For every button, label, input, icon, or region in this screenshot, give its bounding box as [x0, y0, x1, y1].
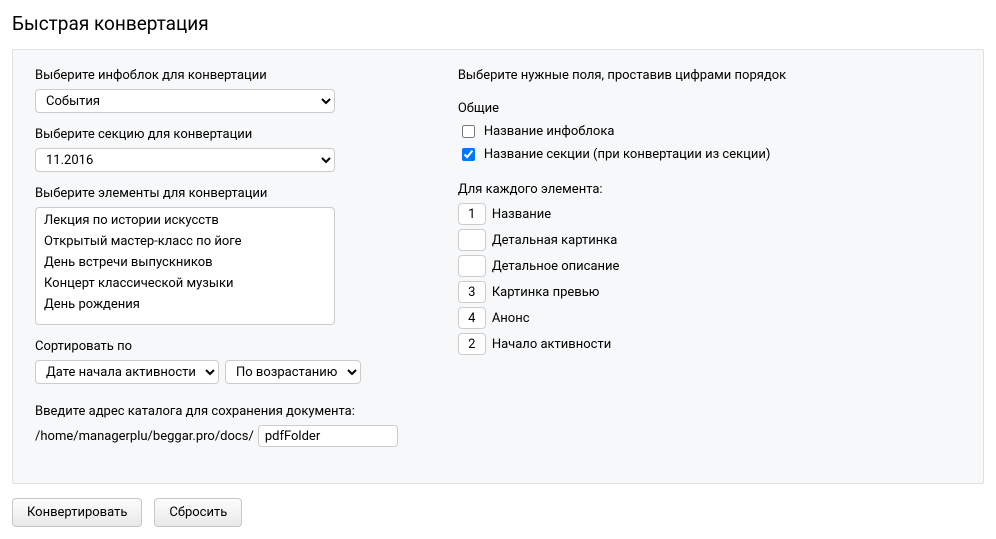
order-input-detail-picture[interactable]	[458, 229, 486, 251]
list-item[interactable]: Открытый мастер-класс по йоге	[38, 231, 332, 252]
list-item[interactable]: Лекция по истории искусств	[38, 210, 332, 231]
order-input-detail-text[interactable]	[458, 255, 486, 277]
elements-label: Выберите элементы для конвертации	[35, 186, 398, 201]
order-input-name[interactable]	[458, 203, 486, 225]
field-order-preview-picture: Картинка превью	[458, 281, 961, 303]
actions-bar: Конвертировать Сбросить	[12, 498, 984, 527]
order-input-preview-picture[interactable]	[458, 281, 486, 303]
order-label: Название	[492, 207, 551, 222]
left-column: Выберите инфоблок для конвертации Событи…	[35, 68, 398, 461]
checkbox-label: Название инфоблока	[484, 124, 615, 139]
path-label: Введите адрес каталога для сохранения до…	[35, 404, 398, 419]
field-order-detail-text: Детальное описание	[458, 255, 961, 277]
order-label: Детальное описание	[492, 259, 620, 274]
sort-label: Сортировать по	[35, 339, 398, 354]
field-order-detail-picture: Детальная картинка	[458, 229, 961, 251]
per-element-group-title: Для каждого элемента:	[458, 182, 961, 197]
sort-field-select[interactable]: Дате начала активности	[35, 360, 219, 384]
section-select[interactable]: 11.2016	[35, 148, 335, 172]
check-row-section-name[interactable]: Название секции (при конвертации из секц…	[458, 145, 961, 164]
page-title: Быстрая конвертация	[12, 12, 984, 35]
path-input[interactable]	[258, 425, 398, 447]
infoblock-select[interactable]: События	[35, 89, 335, 113]
path-prefix: /home/managerplu/beggar.pro/docs/	[35, 429, 254, 444]
list-item[interactable]: День рождения	[38, 294, 332, 315]
checkbox-label: Название секции (при конвертации из секц…	[484, 147, 771, 162]
list-item[interactable]: Концерт классической музыки	[38, 273, 332, 294]
reset-button[interactable]: Сбросить	[154, 498, 242, 527]
checkbox-infoblock-name[interactable]	[462, 125, 475, 138]
order-input-anons[interactable]	[458, 307, 486, 329]
order-label: Картинка превью	[492, 285, 600, 300]
field-order-name: Название	[458, 203, 961, 225]
list-item[interactable]: День встречи выпускников	[38, 252, 332, 273]
fields-heading: Выберите нужные поля, проставив цифрами …	[458, 68, 961, 83]
common-group-title: Общие	[458, 101, 961, 116]
infoblock-label: Выберите инфоблок для конвертации	[35, 68, 398, 83]
order-input-active-from[interactable]	[458, 333, 486, 355]
main-panel: Выберите инфоблок для конвертации Событи…	[12, 49, 984, 484]
order-label: Анонс	[492, 311, 530, 326]
elements-multiselect[interactable]: Лекция по истории искусств Открытый маст…	[35, 207, 335, 325]
order-label: Начало активности	[492, 337, 611, 352]
check-row-infoblock-name[interactable]: Название инфоблока	[458, 122, 961, 141]
order-label: Детальная картинка	[492, 233, 618, 248]
section-label: Выберите секцию для конвертации	[35, 127, 398, 142]
field-order-anons: Анонс	[458, 307, 961, 329]
sort-direction-select[interactable]: По возрастанию	[225, 360, 361, 384]
right-column: Выберите нужные поля, проставив цифрами …	[458, 68, 961, 461]
checkbox-section-name[interactable]	[462, 148, 475, 161]
convert-button[interactable]: Конвертировать	[12, 498, 142, 527]
field-order-active-from: Начало активности	[458, 333, 961, 355]
